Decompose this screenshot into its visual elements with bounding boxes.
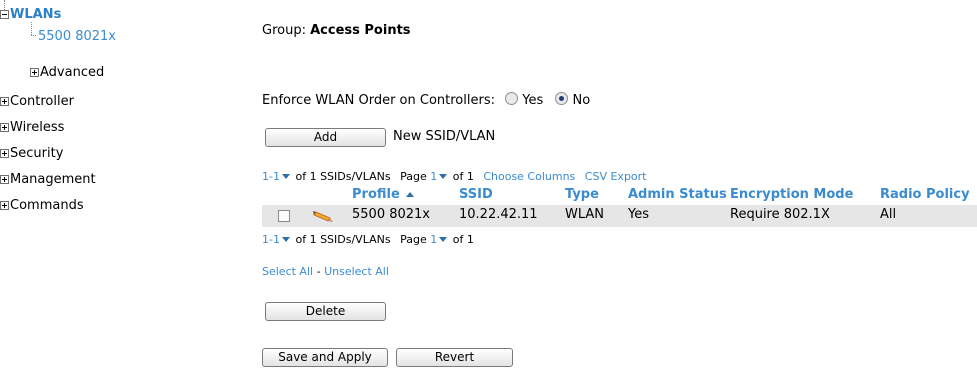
cell-encryption-mode: Require 802.1X bbox=[730, 207, 830, 222]
cell-profile: 5500 8021x bbox=[352, 207, 430, 222]
group-name: Access Points bbox=[310, 23, 411, 38]
nav-item-controller[interactable]: Controller bbox=[0, 94, 74, 109]
enforce-yes-label[interactable]: Yes bbox=[522, 93, 543, 108]
group-label: Group: bbox=[262, 23, 306, 38]
col-header-ssid[interactable]: SSID bbox=[459, 187, 493, 202]
nav-controller-label[interactable]: Controller bbox=[10, 94, 74, 109]
nav-wireless-label[interactable]: Wireless bbox=[10, 120, 64, 135]
cell-admin-status: Yes bbox=[628, 207, 649, 222]
expand-icon[interactable] bbox=[0, 175, 9, 184]
enforce-no-radio[interactable] bbox=[555, 92, 569, 105]
dropdown-arrow-icon[interactable] bbox=[439, 174, 448, 179]
unselect-all-link[interactable]: Unselect All bbox=[324, 265, 389, 278]
enforce-no-label[interactable]: No bbox=[573, 93, 591, 108]
select-links: Select All - Unselect All bbox=[262, 265, 389, 278]
nav-item-advanced[interactable]: Advanced bbox=[30, 65, 104, 80]
choose-columns-link[interactable]: Choose Columns bbox=[483, 170, 575, 183]
expand-icon[interactable] bbox=[0, 97, 9, 106]
collapse-icon[interactable] bbox=[0, 10, 9, 19]
expand-icon[interactable] bbox=[0, 123, 9, 132]
col-header-type[interactable]: Type bbox=[565, 187, 599, 202]
pager-top: 1-1 of 1 SSIDs/VLANs Page 1 of 1 Choose … bbox=[262, 170, 647, 183]
cell-type: WLAN bbox=[565, 207, 605, 222]
page-label: Page bbox=[400, 233, 427, 246]
nav-item-wireless[interactable]: Wireless bbox=[0, 120, 64, 135]
range-select[interactable]: 1-1 bbox=[262, 233, 280, 246]
page-select[interactable]: 1 bbox=[430, 170, 437, 183]
cell-ssid: 10.22.42.11 bbox=[459, 207, 538, 222]
page-label: Page bbox=[400, 170, 427, 183]
page-total: of 1 bbox=[452, 170, 474, 183]
enforce-order-row: Enforce WLAN Order on Controllers: Yes N… bbox=[262, 92, 590, 108]
pencil-edit-icon[interactable] bbox=[313, 207, 335, 223]
group-heading: Group: Access Points bbox=[262, 23, 411, 38]
col-header-profile[interactable]: Profile bbox=[352, 187, 414, 202]
enforce-order-label: Enforce WLAN Order on Controllers: bbox=[262, 93, 495, 108]
delete-button[interactable]: Delete bbox=[265, 302, 386, 321]
csv-export-link[interactable]: CSV Export bbox=[585, 170, 647, 183]
nav-item-wlans[interactable]: WLANs bbox=[0, 7, 61, 22]
records-count: of 1 SSIDs/VLANs bbox=[295, 233, 391, 246]
nav-advanced-label[interactable]: Advanced bbox=[40, 65, 104, 80]
add-button[interactable]: Add bbox=[265, 128, 386, 147]
nav-management-label[interactable]: Management bbox=[10, 172, 96, 187]
col-header-encryption-mode[interactable]: Encryption Mode bbox=[730, 187, 853, 202]
expand-icon[interactable] bbox=[0, 149, 9, 158]
nav-item-security[interactable]: Security bbox=[0, 146, 63, 161]
nav-wlans-label[interactable]: WLANs bbox=[10, 7, 61, 22]
add-new-label: New SSID/VLAN bbox=[393, 129, 496, 144]
expand-icon[interactable] bbox=[30, 68, 39, 77]
range-select[interactable]: 1-1 bbox=[262, 170, 280, 183]
enforce-yes-radio[interactable] bbox=[505, 92, 519, 105]
nav-security-label[interactable]: Security bbox=[10, 146, 63, 161]
revert-button[interactable]: Revert bbox=[396, 348, 513, 367]
nav-commands-label[interactable]: Commands bbox=[10, 198, 84, 213]
nav-item-5500-8021x[interactable]: 5500 8021x bbox=[38, 29, 116, 44]
pager-bottom: 1-1 of 1 SSIDs/VLANs Page 1 of 1 bbox=[262, 233, 474, 246]
select-separator: - bbox=[316, 265, 321, 278]
dropdown-arrow-icon[interactable] bbox=[281, 237, 290, 242]
page-select[interactable]: 1 bbox=[430, 233, 437, 246]
page-total: of 1 bbox=[452, 233, 474, 246]
nav-item-management[interactable]: Management bbox=[0, 172, 96, 187]
select-all-link[interactable]: Select All bbox=[262, 265, 313, 278]
nav-item-commands[interactable]: Commands bbox=[0, 198, 84, 213]
records-count: of 1 SSIDs/VLANs bbox=[295, 170, 391, 183]
row-checkbox[interactable] bbox=[278, 210, 290, 222]
expand-icon[interactable] bbox=[0, 201, 9, 210]
dropdown-arrow-icon[interactable] bbox=[281, 174, 290, 179]
col-header-admin-status[interactable]: Admin Status bbox=[628, 187, 727, 202]
sort-asc-icon[interactable] bbox=[405, 192, 414, 197]
col-header-radio-policy[interactable]: Radio Policy bbox=[880, 187, 970, 202]
dropdown-arrow-icon[interactable] bbox=[439, 237, 448, 242]
save-and-apply-button[interactable]: Save and Apply bbox=[262, 348, 388, 367]
cell-radio-policy: All bbox=[880, 207, 897, 222]
